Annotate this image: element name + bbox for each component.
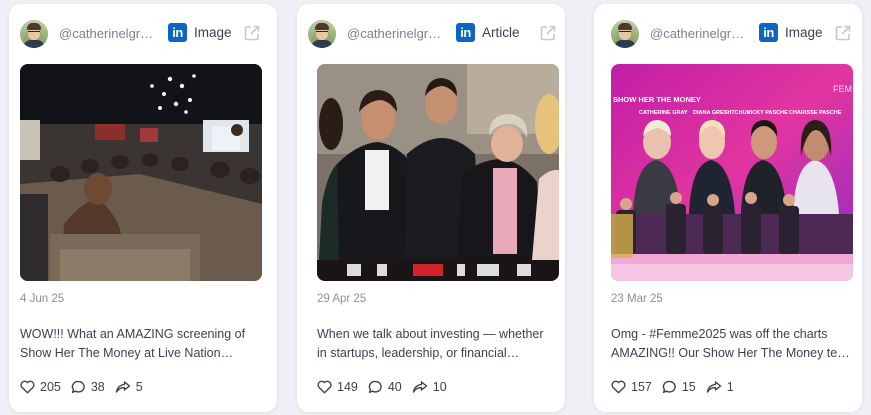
comment-icon bbox=[368, 380, 382, 393]
speaker-name: CATHERINE GRAY bbox=[639, 110, 688, 116]
shares-stat[interactable]: 10 bbox=[412, 380, 447, 394]
post-image[interactable]: SHOW HER THE MONEY FEM CATHERINE GRAY DI… bbox=[611, 64, 853, 281]
post-type-label: Image bbox=[194, 25, 232, 40]
comments-count: 38 bbox=[90, 380, 105, 394]
likes-count: 205 bbox=[40, 380, 61, 394]
heart-icon bbox=[611, 380, 626, 394]
comments-count: 40 bbox=[387, 380, 402, 394]
comments-stat[interactable]: 38 bbox=[71, 380, 105, 394]
shares-stat[interactable]: 1 bbox=[706, 380, 734, 394]
comments-stat[interactable]: 40 bbox=[368, 380, 402, 394]
speaker-name: CHARISSE PASCHE bbox=[789, 110, 842, 116]
post-text-line: Omg - #Femme2025 was off the charts bbox=[611, 327, 828, 341]
speaker-name: DIANA GRESHTCHUK bbox=[693, 110, 751, 116]
share-icon bbox=[412, 381, 427, 393]
comments-stat[interactable]: 15 bbox=[662, 380, 696, 394]
author-handle[interactable]: @catherinelgr… bbox=[59, 26, 153, 41]
card-header: @catherinelgr… in Image bbox=[9, 18, 277, 48]
external-link-icon[interactable] bbox=[243, 24, 261, 42]
post-card[interactable]: @catherinelgr… in Image 4 Jun 25 WOW!!! … bbox=[9, 4, 277, 412]
comment-icon bbox=[71, 380, 85, 393]
post-text[interactable]: Omg - #Femme2025 was off the charts AMAZ… bbox=[611, 325, 855, 363]
speaker-name: VICKY PASCHE bbox=[747, 110, 788, 116]
post-type-label: Article bbox=[482, 25, 520, 40]
share-icon bbox=[115, 381, 130, 393]
post-text-line: Show Her The Money at Live Nation… bbox=[20, 346, 234, 360]
post-stats: 149 40 10 bbox=[317, 378, 457, 396]
post-date: 23 Mar 25 bbox=[611, 293, 663, 305]
post-card[interactable]: @catherinelgr… in Image SHOW HER THE MON… bbox=[594, 4, 862, 412]
post-text-line: When we talk about investing — whether bbox=[317, 327, 544, 341]
card-header: @catherinelgr… in Article bbox=[297, 18, 565, 48]
linkedin-icon: in bbox=[759, 23, 778, 42]
post-stats: 157 15 1 bbox=[611, 378, 744, 396]
likes-count: 149 bbox=[337, 380, 358, 394]
avatar[interactable] bbox=[308, 20, 336, 48]
post-card[interactable]: @catherinelgr… in Article 29 Apr 25 When… bbox=[297, 4, 565, 412]
linkedin-icon: in bbox=[456, 23, 475, 42]
external-link-icon[interactable] bbox=[539, 24, 557, 42]
author-handle[interactable]: @catherinelgr… bbox=[650, 26, 744, 41]
likes-stat[interactable]: 149 bbox=[317, 380, 358, 394]
post-date: 4 Jun 25 bbox=[20, 293, 65, 305]
likes-stat[interactable]: 157 bbox=[611, 380, 652, 394]
heart-icon bbox=[317, 380, 332, 394]
likes-stat[interactable]: 205 bbox=[20, 380, 61, 394]
post-type-label: Image bbox=[785, 25, 823, 40]
media-banner-text: SHOW HER THE MONEY bbox=[613, 95, 701, 104]
post-text[interactable]: When we talk about investing — whether i… bbox=[317, 325, 561, 363]
linkedin-icon: in bbox=[168, 23, 187, 42]
post-text-line: in startups, leadership, or financial… bbox=[317, 346, 520, 360]
post-image[interactable] bbox=[317, 64, 559, 281]
shares-count: 1 bbox=[726, 380, 734, 394]
shares-count: 5 bbox=[135, 380, 143, 394]
card-header: @catherinelgr… in Image bbox=[594, 18, 862, 48]
shares-stat[interactable]: 5 bbox=[115, 380, 143, 394]
likes-count: 157 bbox=[631, 380, 652, 394]
comment-icon bbox=[662, 380, 676, 393]
avatar[interactable] bbox=[20, 20, 48, 48]
post-text-line: WOW!!! What an AMAZING screening of bbox=[20, 327, 246, 341]
post-image[interactable] bbox=[20, 64, 262, 281]
post-text-line: AMAZING!! Our Show Her The Money tea… bbox=[611, 346, 855, 360]
comments-count: 15 bbox=[681, 380, 696, 394]
author-handle[interactable]: @catherinelgr… bbox=[347, 26, 441, 41]
post-stats: 205 38 5 bbox=[20, 378, 153, 396]
heart-icon bbox=[20, 380, 35, 394]
post-date: 29 Apr 25 bbox=[317, 293, 367, 305]
avatar[interactable] bbox=[611, 20, 639, 48]
post-text[interactable]: WOW!!! What an AMAZING screening of Show… bbox=[20, 325, 264, 363]
media-brand-text: FEM bbox=[833, 84, 852, 94]
external-link-icon[interactable] bbox=[834, 24, 852, 42]
share-icon bbox=[706, 381, 721, 393]
shares-count: 10 bbox=[432, 380, 447, 394]
